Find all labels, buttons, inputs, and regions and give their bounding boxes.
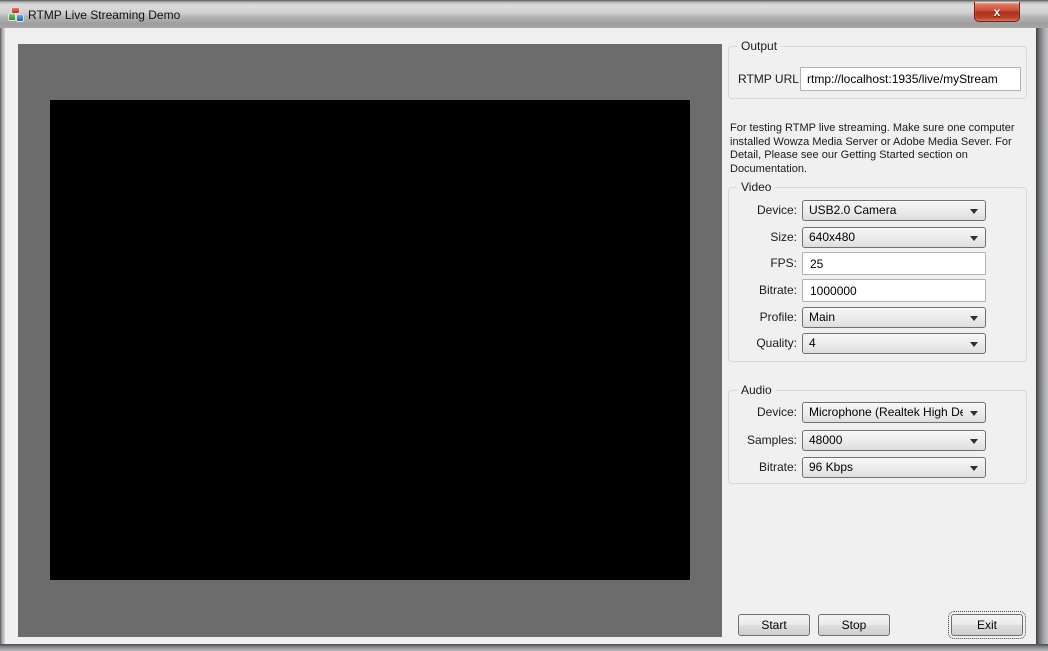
app-window: RTMP Live Streaming Demo x Output RTMP U… xyxy=(0,0,1048,651)
video-profile-row: Profile: Main xyxy=(728,307,988,329)
audio-device-row: Device: Microphone (Realtek High Defini xyxy=(728,402,988,424)
audio-samples-label: Samples: xyxy=(746,433,797,447)
audio-device-value: Microphone (Realtek High Defini xyxy=(809,405,963,419)
audio-bitrate-label: Bitrate: xyxy=(758,460,797,474)
chevron-down-icon xyxy=(970,316,978,321)
rtmp-url-input[interactable] xyxy=(800,67,1021,91)
video-profile-label: Profile: xyxy=(759,310,797,324)
audio-group-label: Audio xyxy=(737,383,776,398)
audio-samples-combobox[interactable]: 48000 xyxy=(802,430,986,451)
video-profile-value: Main xyxy=(809,310,836,324)
video-device-value: USB2.0 Camera xyxy=(809,203,897,217)
start-button[interactable]: Start xyxy=(738,614,810,636)
audio-bitrate-value: 96 Kbps xyxy=(809,460,854,474)
chevron-down-icon xyxy=(970,439,978,444)
window-border-right xyxy=(1036,28,1048,651)
video-device-row: Device: USB2.0 Camera xyxy=(728,200,988,222)
chevron-down-icon xyxy=(970,236,978,241)
chevron-down-icon xyxy=(970,411,978,416)
window-border-bottom xyxy=(0,644,1048,651)
audio-device-combobox[interactable]: Microphone (Realtek High Defini xyxy=(802,402,986,423)
video-size-value: 640x480 xyxy=(809,230,856,244)
video-quality-row: Quality: 4 xyxy=(728,333,988,355)
close-icon: x xyxy=(993,4,1001,19)
video-preview-panel xyxy=(18,44,722,637)
chevron-down-icon xyxy=(970,209,978,214)
video-fps-input[interactable] xyxy=(802,252,986,275)
audio-bitrate-combobox[interactable]: 96 Kbps xyxy=(802,457,986,478)
video-bitrate-input[interactable] xyxy=(802,279,986,302)
video-fps-row: FPS: xyxy=(728,252,988,275)
video-profile-combobox[interactable]: Main xyxy=(802,307,986,328)
close-button[interactable]: x xyxy=(974,2,1020,22)
video-size-row: Size: 640x480 xyxy=(728,227,988,249)
video-quality-label: Quality: xyxy=(756,336,797,350)
audio-bitrate-row: Bitrate: 96 Kbps xyxy=(728,457,988,479)
rtmp-url-label: RTMP URL xyxy=(738,72,799,86)
video-size-combobox[interactable]: 640x480 xyxy=(802,227,986,248)
title-bar[interactable]: RTMP Live Streaming Demo x xyxy=(0,0,1048,28)
video-quality-combobox[interactable]: 4 xyxy=(802,333,986,354)
output-group-label: Output xyxy=(737,39,782,54)
window-border-left xyxy=(0,28,5,651)
audio-samples-value: 48000 xyxy=(809,433,843,447)
chevron-down-icon xyxy=(970,342,978,347)
audio-device-label: Device: xyxy=(756,405,797,419)
chevron-down-icon xyxy=(970,466,978,471)
video-quality-value: 4 xyxy=(809,336,816,350)
video-size-label: Size: xyxy=(770,230,797,244)
stop-button[interactable]: Stop xyxy=(818,614,890,636)
video-group-label: Video xyxy=(737,180,776,195)
video-fps-label: FPS: xyxy=(770,256,797,270)
audio-samples-row: Samples: 48000 xyxy=(728,430,988,452)
window-title: RTMP Live Streaming Demo xyxy=(28,8,181,22)
video-preview-surface xyxy=(50,100,690,580)
description-text: For testing RTMP live streaming. Make su… xyxy=(730,122,1015,175)
video-device-combobox[interactable]: USB2.0 Camera xyxy=(802,200,986,221)
app-icon xyxy=(8,7,24,23)
video-bitrate-row: Bitrate: xyxy=(728,279,988,302)
video-bitrate-label: Bitrate: xyxy=(758,283,797,297)
exit-button[interactable]: Exit xyxy=(948,611,1026,639)
video-device-label: Device: xyxy=(756,203,797,217)
